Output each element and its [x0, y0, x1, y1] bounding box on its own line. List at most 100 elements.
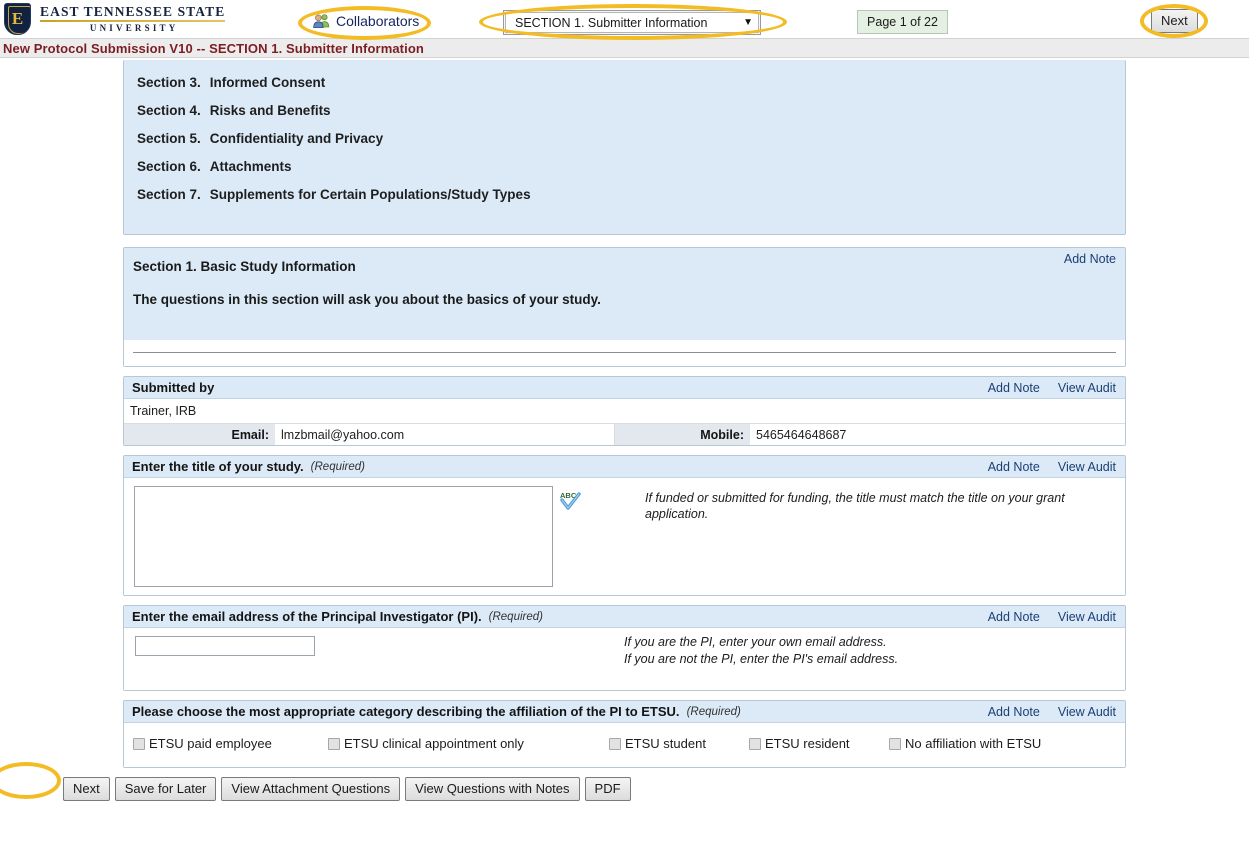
mobile-value: 5465464648687 [750, 424, 1125, 445]
affiliation-checkbox[interactable] [749, 738, 761, 750]
pi-email-body: If you are the PI, enter your own email … [124, 628, 1125, 690]
affiliation-header: Please choose the most appropriate categ… [124, 701, 1125, 723]
chevron-down-icon: ▼ [743, 17, 753, 28]
pi-email-required: (Required) [489, 611, 543, 623]
affiliation-option-label: No affiliation with ETSU [905, 736, 1041, 751]
view-audit-link[interactable]: View Audit [1058, 381, 1116, 395]
divider [133, 352, 1116, 353]
study-title-body: ABC If funded or submitted for funding, … [124, 478, 1125, 595]
view-audit-link[interactable]: View Audit [1058, 705, 1116, 719]
toc-item[interactable]: Section 4. Risks and Benefits [133, 97, 1116, 125]
affiliation-option-label: ETSU resident [765, 736, 850, 751]
pi-email-input[interactable] [135, 636, 315, 656]
form-content: Section 3. Informed Consent Section 4. R… [0, 60, 1249, 801]
study-title-input[interactable] [134, 486, 553, 587]
section-select-value: SECTION 1. Submitter Information [515, 16, 707, 30]
affiliation-option[interactable]: ETSU resident [749, 736, 850, 751]
toc-item-number: Section 7. [137, 187, 201, 202]
view-audit-link[interactable]: View Audit [1058, 460, 1116, 474]
affiliation-panel: Please choose the most appropriate categ… [123, 700, 1126, 768]
highlight-ellipse-next-bottom [0, 762, 61, 799]
toc-item-name: Confidentiality and Privacy [210, 131, 383, 146]
section-list-panel: Section 3. Informed Consent Section 4. R… [123, 60, 1126, 235]
study-title-panel: Enter the title of your study. (Required… [123, 455, 1126, 596]
affiliation-checkbox[interactable] [328, 738, 340, 750]
view-audit-link[interactable]: View Audit [1058, 610, 1116, 624]
toc-item-name: Risks and Benefits [210, 103, 331, 118]
pi-email-header: Enter the email address of the Principal… [124, 606, 1125, 628]
affiliation-option[interactable]: ETSU paid employee [133, 736, 272, 751]
add-note-link[interactable]: Add Note [1064, 252, 1116, 266]
affiliation-checkbox[interactable] [133, 738, 145, 750]
page-title: New Protocol Submission V10 -- SECTION 1… [3, 41, 424, 56]
affiliation-option[interactable]: ETSU clinical appointment only [328, 736, 524, 751]
submitter-name: Trainer, IRB [124, 399, 1125, 423]
pi-email-hint-line-1: If you are the PI, enter your own email … [624, 634, 898, 651]
logo-divider [40, 20, 225, 22]
pi-email-question: Enter the email address of the Principal… [132, 609, 482, 624]
section-intro-body: Add Note Section 1. Basic Study Informat… [124, 248, 1125, 340]
submitter-contact-row: Email: lmzbmail@yahoo.com Mobile: 546546… [124, 423, 1125, 445]
top-toolbar: E EAST TENNESSEE STATE UNIVERSITY Collab… [0, 0, 1249, 38]
toc-item-number: Section 5. [137, 131, 201, 146]
page-indicator-label: Page 1 of 22 [867, 15, 938, 29]
toc-item-number: Section 4. [137, 103, 201, 118]
toc-item-number: Section 6. [137, 159, 201, 174]
toc-item-name: Attachments [210, 159, 292, 174]
logo-line-2: UNIVERSITY [87, 23, 179, 34]
view-attachment-questions-button[interactable]: View Attachment Questions [221, 777, 400, 801]
toc-item[interactable]: Section 6. Attachments [133, 153, 1116, 181]
section-intro-panel: Add Note Section 1. Basic Study Informat… [123, 247, 1126, 367]
toc-item[interactable]: Section 5. Confidentiality and Privacy [133, 125, 1116, 153]
footer-toolbar: Next Save for Later View Attachment Ques… [0, 768, 1249, 801]
collaborators-icon [313, 13, 330, 29]
mobile-label: Mobile: [615, 424, 750, 445]
affiliation-question: Please choose the most appropriate categ… [132, 704, 680, 719]
logo-wordmark: EAST TENNESSEE STATE UNIVERSITY [40, 4, 225, 35]
submitted-by-panel: Submitted by Add Note View Audit Trainer… [123, 376, 1126, 446]
add-note-link[interactable]: Add Note [988, 705, 1040, 719]
affiliation-option-label: ETSU clinical appointment only [344, 736, 524, 751]
collaborators-label: Collaborators [336, 13, 419, 29]
affiliation-checkbox[interactable] [889, 738, 901, 750]
etsu-logo: E EAST TENNESSEE STATE UNIVERSITY [4, 2, 225, 36]
affiliation-options: ETSU paid employee ETSU clinical appoint… [124, 723, 1125, 767]
toc-item[interactable]: Section 7. Supplements for Certain Popul… [133, 181, 1116, 209]
save-for-later-button[interactable]: Save for Later [115, 777, 217, 801]
affiliation-option[interactable]: No affiliation with ETSU [889, 736, 1041, 751]
affiliation-option-label: ETSU paid employee [149, 736, 272, 751]
next-button-bottom[interactable]: Next [63, 777, 110, 801]
affiliation-option[interactable]: ETSU student [609, 736, 706, 751]
spellcheck-icon[interactable]: ABC [559, 489, 581, 511]
next-button-top[interactable]: Next [1151, 9, 1198, 33]
collaborators-link[interactable]: Collaborators [313, 13, 419, 29]
affiliation-checkbox[interactable] [609, 738, 621, 750]
study-title-header: Enter the title of your study. (Required… [124, 456, 1125, 478]
study-title-hint: If funded or submitted for funding, the … [645, 490, 1125, 589]
toc-item-name: Supplements for Certain Populations/Stud… [210, 187, 531, 202]
section-intro-description: The questions in this section will ask y… [133, 292, 1116, 307]
add-note-link[interactable]: Add Note [988, 381, 1040, 395]
add-note-link[interactable]: Add Note [988, 610, 1040, 624]
pi-email-hint-line-2: If you are not the PI, enter the PI's em… [624, 651, 898, 668]
toc-item[interactable]: Section 3. Informed Consent [133, 69, 1116, 97]
pi-email-hint: If you are the PI, enter your own email … [624, 634, 898, 680]
page-title-bar: New Protocol Submission V10 -- SECTION 1… [0, 38, 1249, 58]
section-select[interactable]: SECTION 1. Submitter Information ▼ [503, 10, 761, 35]
logo-shield-letter: E [12, 10, 23, 27]
toc-item-number: Section 3. [137, 75, 201, 90]
affiliation-option-label: ETSU student [625, 736, 706, 751]
study-title-required: (Required) [311, 461, 365, 473]
shield-icon: E [4, 3, 31, 35]
submitted-by-header: Submitted by Add Note View Audit [124, 377, 1125, 399]
pdf-button[interactable]: PDF [585, 777, 631, 801]
affiliation-required: (Required) [687, 706, 741, 718]
email-value: lmzbmail@yahoo.com [275, 424, 615, 445]
logo-line-1: EAST TENNESSEE STATE [40, 4, 225, 19]
submitted-by-body: Trainer, IRB Email: lmzbmail@yahoo.com M… [124, 399, 1125, 445]
add-note-link[interactable]: Add Note [988, 460, 1040, 474]
email-label: Email: [124, 424, 275, 445]
view-questions-with-notes-button[interactable]: View Questions with Notes [405, 777, 579, 801]
study-title-question: Enter the title of your study. [132, 459, 304, 474]
submitted-by-title: Submitted by [132, 380, 214, 395]
